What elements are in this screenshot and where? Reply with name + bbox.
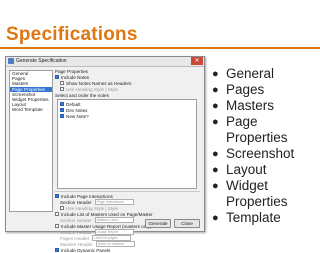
bullet-list: ● General ● Pages ● Masters ● Page Propertie…	[210, 66, 320, 226]
note-label: Dev Notes	[66, 107, 88, 113]
generate-button[interactable]: Generate	[145, 219, 171, 228]
bullet-dot-icon: ●	[212, 100, 219, 112]
section-header2-label: Section Header	[60, 217, 92, 223]
note-checkbox[interactable]	[60, 102, 64, 106]
divider	[55, 191, 200, 192]
include-notes-checkbox[interactable]	[55, 75, 59, 79]
generate-spec-dialog: Generate Specification ✕ General Pages M…	[5, 56, 205, 253]
bullet-item: ● Template	[210, 210, 320, 226]
close-button[interactable]: Close	[174, 219, 200, 228]
bullet-dot-icon: ●	[212, 68, 219, 80]
bullet-dot-icon: ●	[212, 164, 219, 176]
dialog-buttons: Generate Close	[145, 219, 200, 228]
bullet-item: ● Layout	[210, 162, 320, 178]
heading-style-checkbox[interactable]	[60, 87, 64, 91]
bullet-item: ● Pages	[210, 82, 320, 98]
heading-style-label: Use Heading Style | Style	[66, 86, 119, 92]
bullet-text: Screenshot	[226, 146, 295, 161]
masters-header-label: Masters Header	[60, 241, 93, 247]
bullet-text: Page Properties	[226, 114, 288, 145]
bullet-dot-icon: ●	[212, 212, 219, 224]
include-dynamic-panels-row[interactable]: Include Dynamic Panels	[55, 247, 200, 253]
bullet-item: ● Masters	[210, 98, 320, 114]
slide-title: Specifications	[6, 24, 138, 45]
show-notes-names-label: Show Notes Names as Headers	[66, 80, 132, 86]
include-master-usage-label: Include Master Usage Report (masters onl…	[61, 223, 152, 229]
bullet-item: ● Page Properties	[210, 114, 320, 146]
note-checkbox[interactable]	[60, 108, 64, 112]
bullet-dot-icon: ●	[212, 148, 219, 160]
include-interactions-label: Include Page Interactions	[61, 193, 113, 199]
dialog-title: Generate Specification	[16, 58, 67, 64]
section-header2-input[interactable]: Masters Used	[94, 217, 134, 223]
bullet-text: Pages	[226, 82, 265, 97]
include-masters-list-checkbox[interactable]	[55, 212, 59, 216]
include-notes-label: Include Notes	[61, 74, 90, 80]
close-icon[interactable]: ✕	[191, 57, 203, 65]
nav-item-word-template[interactable]: Word Template	[10, 107, 52, 112]
note-label: New Note?	[66, 113, 89, 119]
heading-style2-checkbox[interactable]	[60, 206, 64, 210]
bullet-text: Widget Properties	[226, 178, 288, 209]
show-notes-names-checkbox[interactable]	[60, 81, 64, 85]
title-underline	[0, 47, 320, 49]
bullet-dot-icon: ●	[212, 180, 219, 192]
section-header3-label: Section Header	[60, 229, 92, 235]
order-notes-label: Select and order the notes	[55, 92, 109, 98]
bullet-text: Template	[226, 210, 281, 225]
bullet-dot-icon: ●	[212, 116, 219, 128]
dialog-titlebar: Generate Specification ✕	[6, 57, 204, 67]
include-dynamic-panels-label: Include Dynamic Panels	[61, 247, 111, 253]
app-icon	[8, 58, 14, 64]
bullet-text: Layout	[226, 162, 267, 177]
bullet-item: ● Screenshot	[210, 146, 320, 162]
masters-header-input[interactable]: Used on masters	[95, 241, 135, 247]
note-label: Default	[66, 101, 81, 107]
section-header-label: Section Header	[60, 199, 92, 205]
notes-listbox[interactable]: Default Dev Notes New Note?	[57, 99, 197, 189]
include-dynamic-panels-checkbox[interactable]	[55, 248, 59, 252]
page-properties-panel: Page Properties Include Notes Show Notes…	[55, 69, 200, 253]
note-item[interactable]: New Note?	[60, 113, 194, 119]
note-checkbox[interactable]	[60, 114, 64, 118]
section-header-input[interactable]: Page Interactions	[94, 199, 134, 205]
heading-style2-label: Use Heading Style | Style	[66, 205, 119, 211]
bullet-text: Masters	[226, 98, 275, 113]
bullet-dot-icon: ●	[212, 84, 219, 96]
bullet-text: General	[226, 66, 275, 81]
include-interactions-checkbox[interactable]	[55, 194, 59, 198]
include-masters-list-label: Include List of Masters Used on Page/Mas…	[61, 211, 153, 217]
section-nav-list: General Pages Masters Page Properties Sc…	[9, 70, 53, 212]
bullet-item: ● Widget Properties	[210, 178, 320, 210]
bullet-item: ● General	[210, 66, 320, 82]
include-master-usage-checkbox[interactable]	[55, 224, 59, 228]
